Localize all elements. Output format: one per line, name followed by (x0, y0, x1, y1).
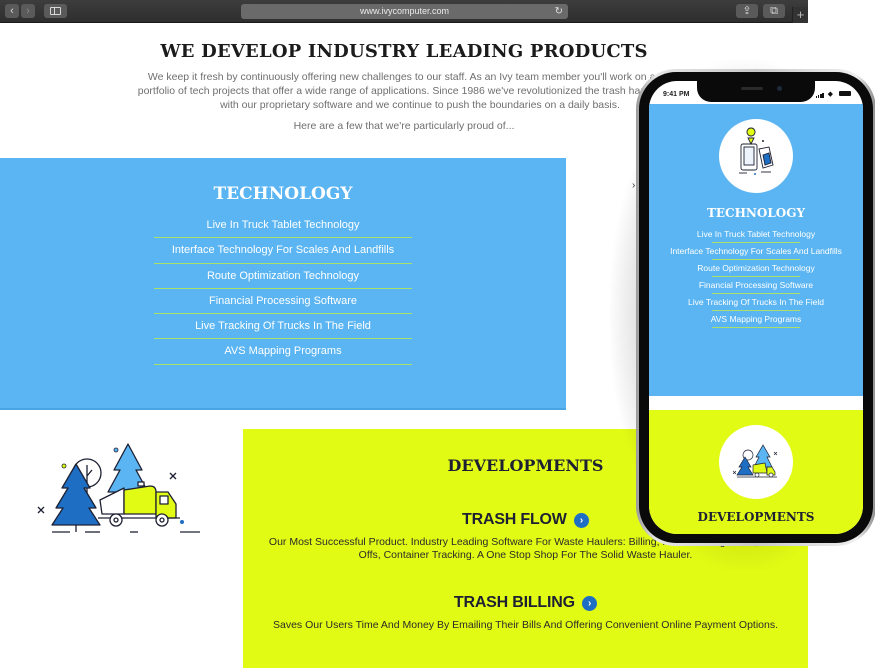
sidebar-toggle-button[interactable] (44, 4, 67, 18)
browser-toolbar: ‹ › www.ivycomputer.com ↻ ⇪ ⧉ + (0, 0, 808, 23)
mobile-technology-item[interactable]: Route Optimization Technology (667, 260, 845, 277)
mobile-technology-list: Live In Truck Tablet Technology Interfac… (667, 226, 845, 328)
new-tab-button[interactable]: + (792, 7, 808, 23)
share-icon: ⇪ (742, 5, 752, 17)
forward-button[interactable]: › (21, 4, 35, 18)
mobile-technology-item[interactable]: Live In Truck Tablet Technology (667, 226, 845, 243)
mobile-technology-item[interactable]: Interface Technology For Scales And Land… (667, 243, 845, 260)
product-title: TRASH BILLING (453, 594, 575, 611)
carousel-arrow-icon[interactable]: › (632, 180, 635, 191)
mobile-technology-title: TECHNOLOGY (706, 206, 806, 220)
phone-mockup: 9:41 PM ◆ TECHNOLOGY Live In Truck Table… (636, 69, 875, 546)
product-trash-billing-link[interactable]: TRASH BILLING › (243, 594, 808, 612)
mobile-technology-item[interactable]: Live Tracking Of Trucks In The Field (667, 294, 845, 311)
mobile-technology-item[interactable]: Financial Processing Software (667, 277, 845, 294)
tablet-map-pin-icon (739, 127, 774, 175)
page-title: WE DEVELOP INDUSTRY LEADING PRODUCTS (160, 41, 648, 62)
tabs-button[interactable]: ⧉ (763, 4, 785, 18)
technology-item[interactable]: AVS Mapping Programs (154, 339, 412, 365)
status-icons: ◆ (815, 90, 851, 98)
technology-list: Live In Truck Tablet Technology Interfac… (154, 213, 412, 365)
signal-icon (815, 91, 825, 98)
address-bar[interactable]: www.ivycomputer.com ↻ (241, 4, 568, 19)
technology-section: TECHNOLOGY Live In Truck Tablet Technolo… (0, 158, 566, 410)
mobile-tech-icon-circle (719, 119, 793, 193)
wifi-icon: ◆ (827, 91, 835, 98)
technology-item[interactable]: Route Optimization Technology (154, 264, 412, 289)
product-title: TRASH FLOW (462, 511, 567, 528)
mobile-technology-item[interactable]: AVS Mapping Programs (667, 311, 845, 328)
status-time: 9:41 PM (663, 91, 690, 98)
mobile-technology-section: TECHNOLOGY Live In Truck Tablet Technolo… (649, 104, 863, 396)
technology-title: TECHNOLOGY (213, 184, 353, 204)
back-icon: ‹ (10, 5, 14, 17)
garbage-truck-icon (732, 444, 778, 478)
technology-item[interactable]: Financial Processing Software (154, 289, 412, 315)
battery-icon (839, 91, 851, 96)
chevron-right-circle-icon[interactable]: › (582, 596, 598, 611)
tabs-icon: ⧉ (770, 5, 778, 17)
reload-icon[interactable]: ↻ (555, 4, 563, 19)
mobile-developments-title: DEVELOPMENTS (697, 510, 815, 524)
technology-item[interactable]: Interface Technology For Scales And Land… (154, 238, 412, 264)
back-button[interactable]: ‹ (5, 4, 19, 18)
share-button[interactable]: ⇪ (736, 4, 758, 18)
garbage-truck-illustration (37, 443, 200, 533)
mobile-dev-icon-circle (719, 425, 793, 499)
url-text: www.ivycomputer.com (359, 6, 450, 16)
phone-notch (697, 81, 815, 102)
chevron-right-circle-icon[interactable]: › (573, 513, 589, 528)
mobile-developments-section: DEVELOPMENTS (649, 410, 863, 534)
technology-item[interactable]: Live In Truck Tablet Technology (154, 213, 412, 239)
sidebar-icon (50, 7, 61, 15)
phone-screen: 9:41 PM ◆ TECHNOLOGY Live In Truck Table… (649, 81, 863, 534)
phone-bezel: 9:41 PM ◆ TECHNOLOGY Live In Truck Table… (639, 72, 873, 543)
forward-icon: › (26, 5, 30, 17)
product-description: Saves Our Users Time And Money By Emaili… (272, 619, 778, 631)
technology-item[interactable]: Live Tracking Of Trucks In The Field (154, 314, 412, 340)
plus-icon: + (796, 7, 805, 22)
